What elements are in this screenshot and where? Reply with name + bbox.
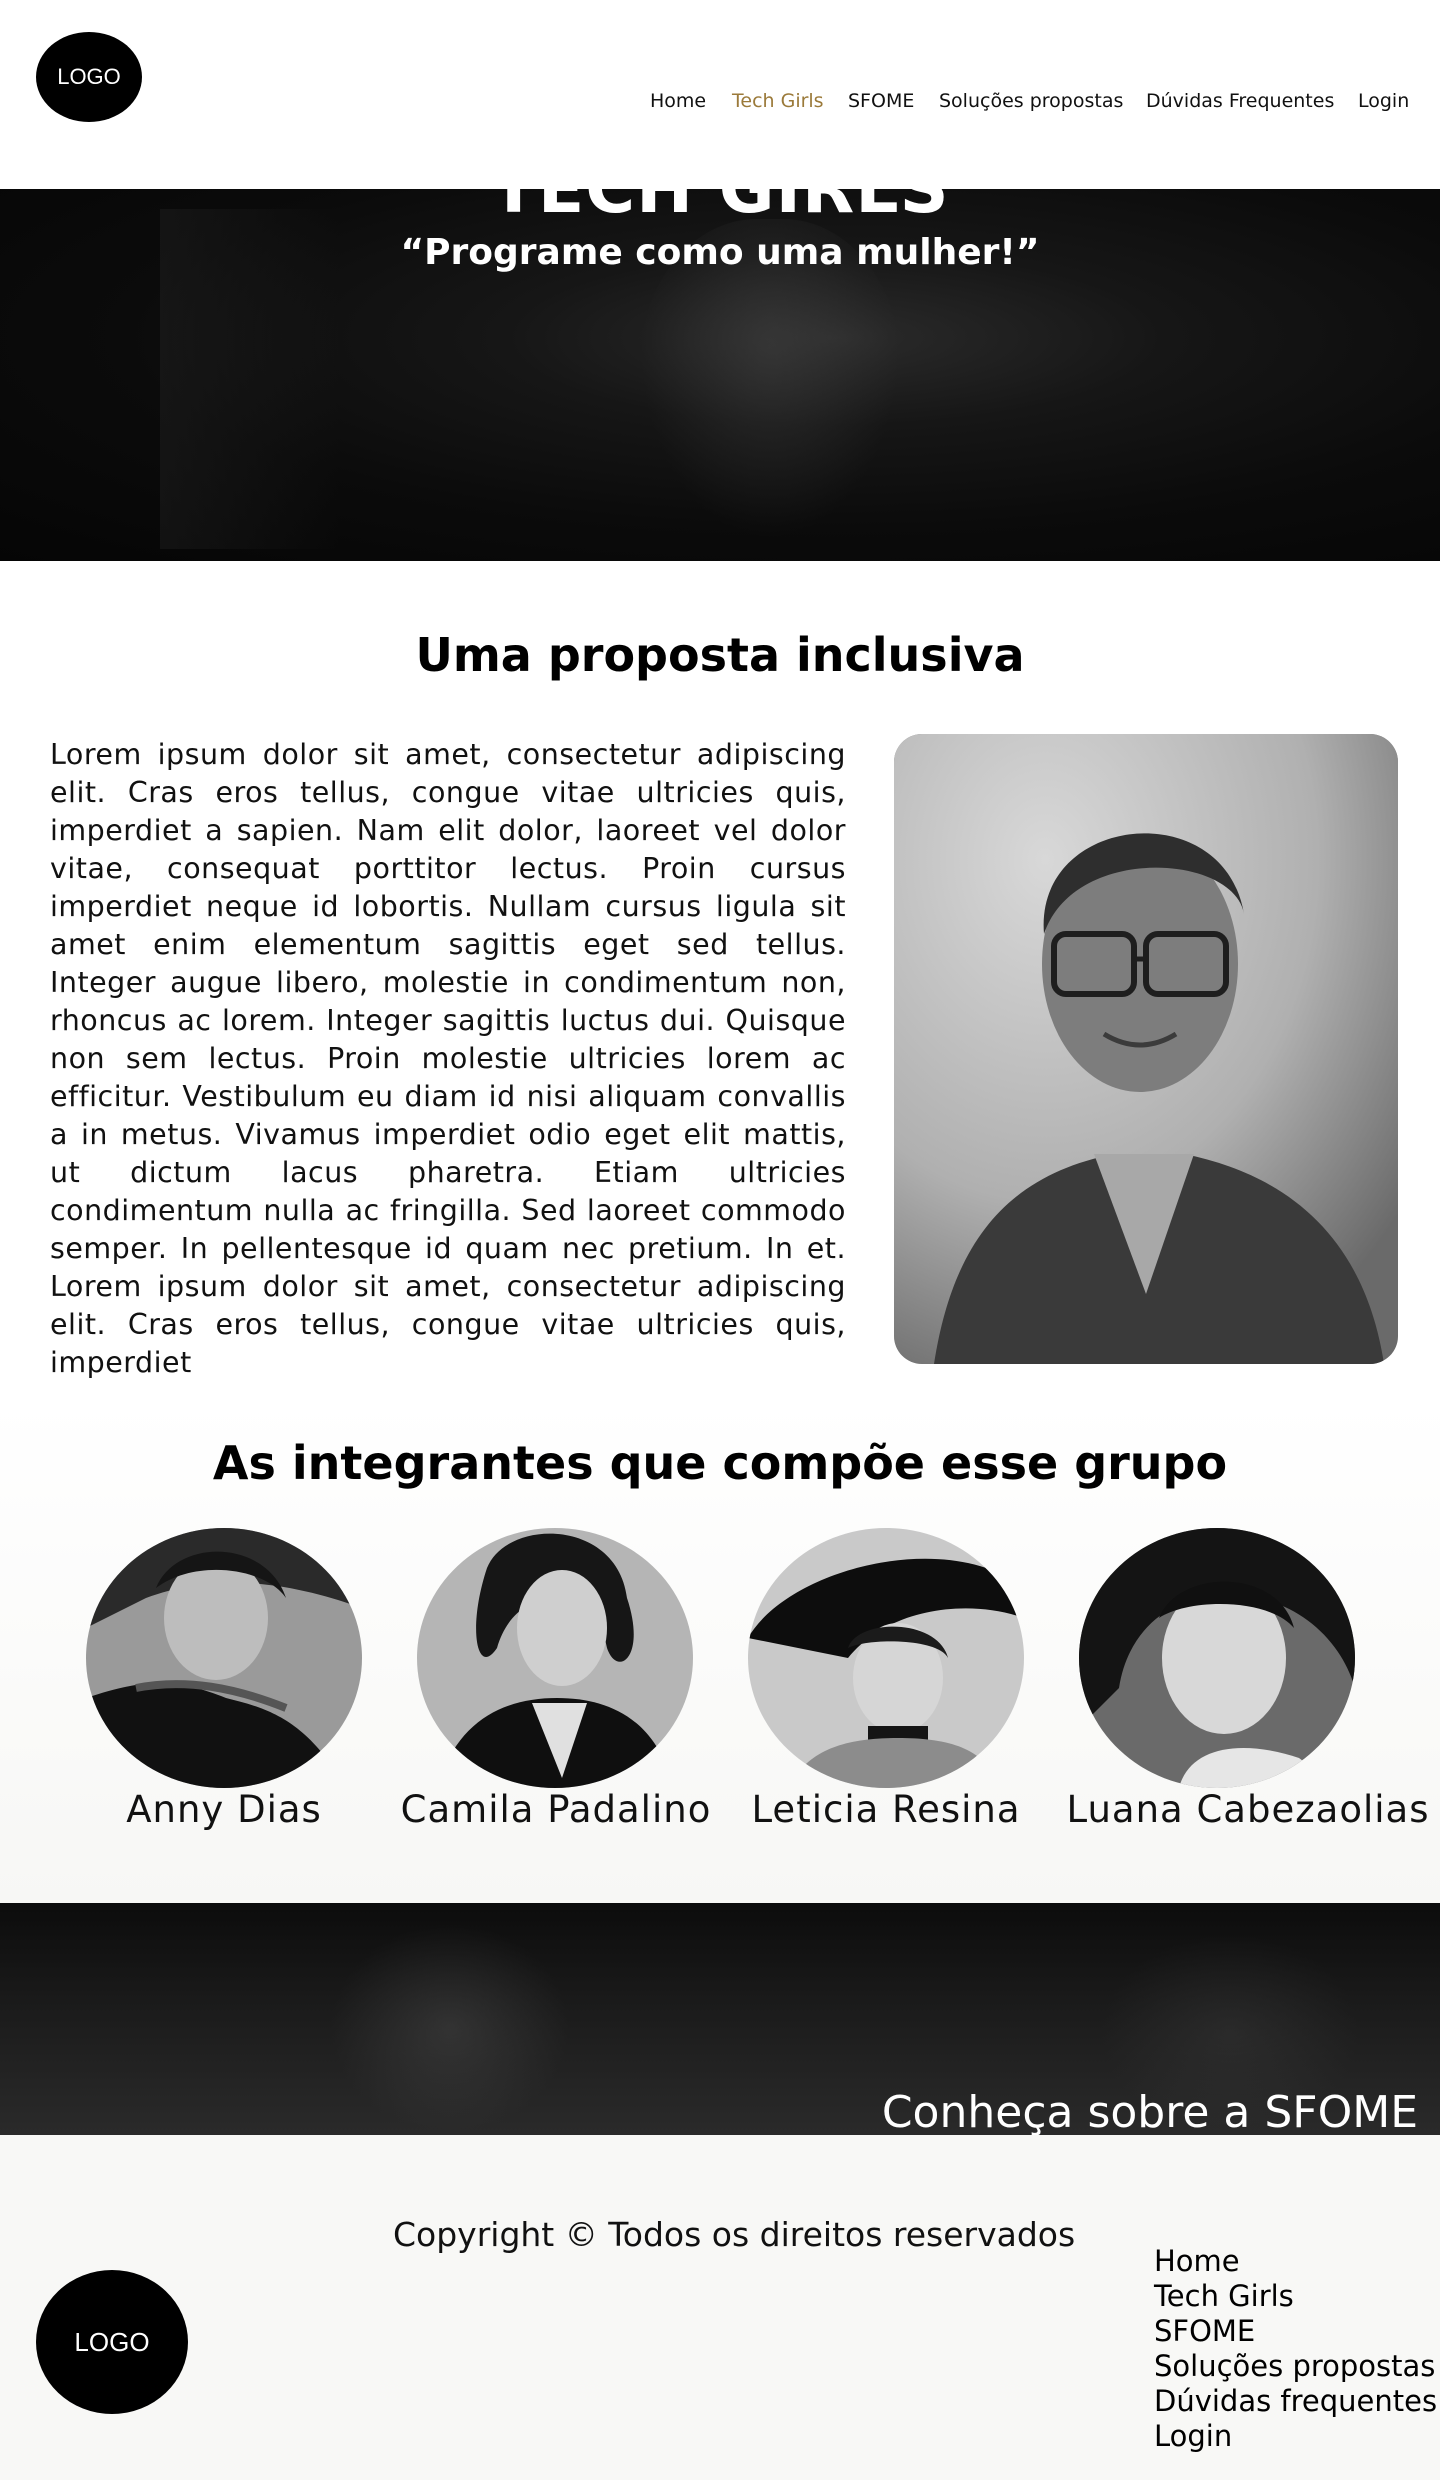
member-name: Luana Cabezaolias	[1066, 1788, 1430, 1831]
member-card-anny[interactable]	[86, 1528, 362, 1788]
nav-home[interactable]: Home	[650, 90, 706, 112]
nav-duvidas-frequentes[interactable]: Dúvidas Frequentes	[1146, 90, 1334, 112]
nav-login[interactable]: Login	[1358, 90, 1409, 112]
nav-tech-girls[interactable]: Tech Girls	[732, 90, 824, 112]
member-name: Anny Dias	[126, 1788, 322, 1831]
footer-logo-text: LOGO	[74, 2326, 150, 2357]
hero-title: TECH GIRLS	[490, 150, 950, 229]
main-nav: Home Tech Girls SFOME Soluções propostas…	[0, 90, 1440, 118]
sfome-link[interactable]: Conheça sobre a SFOME	[882, 2087, 1418, 2138]
members-title: As integrantes que compõe esse grupo	[212, 1436, 1228, 1490]
footer-nav-duvidas-frequentes[interactable]: Dúvidas frequentes	[1154, 2384, 1437, 2419]
nav-solucoes-propostas[interactable]: Soluções propostas	[939, 90, 1123, 112]
footer-logo[interactable]: LOGO	[36, 2270, 188, 2414]
hero-subtitle: “Programe como uma mulher!”	[400, 232, 1040, 273]
about-text: Lorem ipsum dolor sit amet, consectetur …	[50, 738, 846, 1379]
featured-portrait	[894, 734, 1398, 1364]
header-logo-text: LOGO	[57, 64, 121, 89]
member-name: Camila Padalino	[400, 1788, 712, 1831]
footer-nav-solucoes-propostas[interactable]: Soluções propostas	[1154, 2349, 1435, 2384]
footer-nav-home[interactable]: Home	[1154, 2244, 1424, 2279]
footer-nav: Home Tech Girls SFOME Soluções propostas…	[1154, 2244, 1437, 2454]
footer-nav-tech-girls[interactable]: Tech Girls	[1154, 2279, 1424, 2314]
member-card-luana[interactable]	[1079, 1528, 1355, 1788]
member-card-leticia[interactable]	[748, 1528, 1024, 1788]
member-photo	[86, 1528, 362, 1788]
banner-background-figure	[330, 1923, 570, 2133]
member-card-camila[interactable]	[417, 1528, 693, 1788]
footer-nav-login[interactable]: Login	[1154, 2419, 1424, 2454]
member-photo	[748, 1528, 1024, 1788]
member-name: Leticia Resina	[751, 1788, 1021, 1831]
footer-nav-sfome[interactable]: SFOME	[1154, 2314, 1424, 2349]
nav-sfome[interactable]: SFOME	[848, 90, 914, 112]
member-photo	[417, 1528, 693, 1788]
member-photo	[1079, 1528, 1355, 1788]
about-title: Uma proposta inclusiva	[415, 628, 1025, 682]
portrait-image	[894, 734, 1398, 1364]
copyright-text: Copyright © Todos os direitos reservados	[393, 2215, 1076, 2254]
